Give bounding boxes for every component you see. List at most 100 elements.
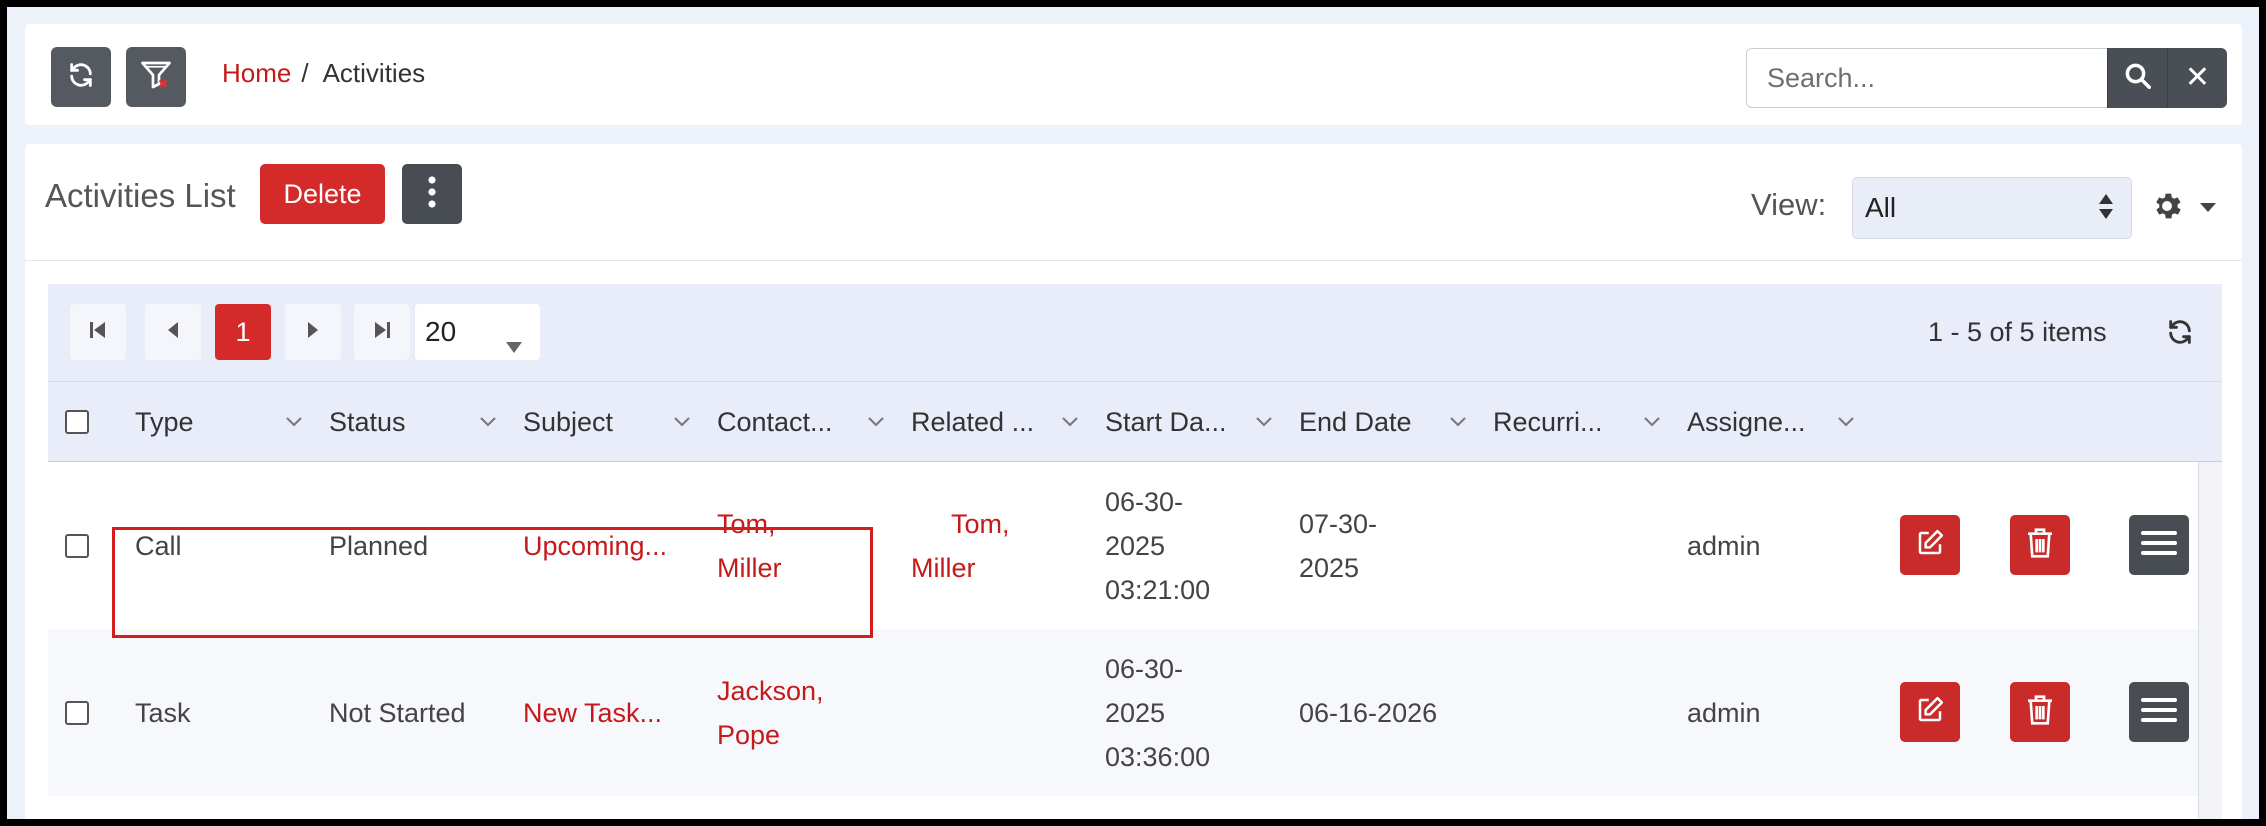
refresh-icon — [2166, 320, 2194, 350]
column-header-subject[interactable]: Subject — [523, 407, 613, 438]
pager-bar: 1 20 1 - 5 of 5 items — [48, 284, 2222, 381]
grid-header-row: Type Status Subject Contact... Related .… — [48, 381, 2222, 462]
last-page-icon — [373, 320, 391, 345]
card-header: Activities List Delete View: All — [25, 144, 2242, 261]
cell-assigned: admin — [1687, 698, 1761, 728]
cell-contact-link[interactable]: Jackson, Pope — [717, 669, 824, 757]
more-actions-button[interactable] — [402, 164, 462, 224]
cell-subject-link[interactable]: New Task... — [523, 691, 662, 735]
clear-filter-button[interactable] — [126, 47, 186, 107]
sort-arrows-icon — [2099, 194, 2113, 219]
column-header-start-date[interactable]: Start Da... — [1105, 407, 1227, 438]
refresh-icon — [67, 61, 95, 94]
page-size-select[interactable]: 20 — [415, 304, 540, 360]
end-date-line: 2025 — [1299, 553, 1360, 583]
edit-button[interactable] — [1900, 682, 1960, 742]
cell-subject-link[interactable]: Upcoming... — [523, 524, 667, 568]
hamburger-icon — [2141, 696, 2177, 729]
cell-type: Call — [135, 531, 182, 561]
table-row[interactable]: Task Not Started New Task... Jackson, Po… — [48, 629, 2198, 796]
start-date-line: 03:21:00 — [1105, 575, 1211, 605]
start-date-line: 2025 — [1105, 531, 1166, 561]
select-all-checkbox[interactable] — [65, 410, 89, 434]
contact-line: Miller — [717, 553, 782, 583]
breadcrumb: Home / Activities — [222, 58, 425, 89]
contact-line: Tom, — [717, 509, 776, 539]
edit-button[interactable] — [1900, 515, 1960, 575]
row-menu-button[interactable] — [2129, 682, 2189, 742]
view-label: View: — [1751, 187, 1827, 222]
column-header-recurring[interactable]: Recurri... — [1493, 407, 1603, 438]
hamburger-icon — [2141, 529, 2177, 562]
cell-assigned: admin — [1687, 531, 1761, 561]
close-icon: ✕ — [2184, 61, 2211, 94]
view-select[interactable]: All — [1852, 177, 2132, 239]
start-date-line: 06-30- — [1105, 487, 1184, 517]
first-page-icon — [89, 320, 107, 345]
delete-row-button[interactable] — [2010, 515, 2070, 575]
contact-line: Jackson, — [717, 676, 824, 706]
page-title: Activities List — [45, 177, 236, 214]
first-page-button[interactable] — [70, 304, 126, 360]
column-header-contact[interactable]: Contact... — [717, 407, 833, 438]
start-date-line: 03:36:00 — [1105, 742, 1211, 772]
cell-status: Not Started — [329, 698, 466, 728]
row-menu-button[interactable] — [2129, 515, 2189, 575]
refresh-button[interactable] — [51, 47, 111, 107]
column-header-assigned[interactable]: Assigne... — [1687, 407, 1806, 438]
chevron-down-icon — [2200, 200, 2216, 218]
column-header-type[interactable]: Type — [135, 407, 194, 438]
next-page-icon — [306, 320, 320, 345]
delete-row-button[interactable] — [2010, 682, 2070, 742]
breadcrumb-home-link[interactable]: Home — [222, 58, 291, 89]
clear-search-button[interactable]: ✕ — [2167, 48, 2227, 108]
breadcrumb-current: Activities — [322, 58, 426, 88]
column-header-status[interactable]: Status — [329, 407, 406, 438]
chevron-down-icon[interactable] — [674, 414, 690, 432]
related-line: Miller — [911, 553, 976, 583]
cell-contact-link[interactable]: Tom, Miller — [717, 502, 782, 590]
row-checkbox[interactable] — [65, 701, 89, 725]
chevron-down-icon[interactable] — [1256, 414, 1272, 432]
delete-button[interactable]: Delete — [260, 164, 385, 224]
prev-page-button[interactable] — [145, 304, 201, 360]
chevron-down-icon[interactable] — [868, 414, 884, 432]
cell-start-date: 06-30- 2025 03:21:00 — [1105, 480, 1210, 612]
items-count: 1 - 5 of 5 items — [1928, 317, 2107, 347]
grid-scrollbar[interactable] — [2198, 462, 2222, 819]
top-toolbar: Home / Activities ✕ — [25, 24, 2242, 125]
page-number-button[interactable]: 1 — [215, 304, 271, 360]
breadcrumb-separator: / — [301, 58, 309, 88]
search-icon — [2123, 61, 2153, 96]
app-frame: Home / Activities ✕ Activities List Dele… — [7, 7, 2259, 819]
cell-end-date: 06-16-2026 — [1299, 698, 1438, 728]
chevron-down-icon[interactable] — [286, 414, 302, 432]
chevron-down-icon[interactable] — [1644, 414, 1660, 432]
chevron-down-icon[interactable] — [480, 414, 496, 432]
chevron-down-icon[interactable] — [1838, 414, 1854, 432]
search-input[interactable] — [1746, 48, 2107, 108]
cell-status: Planned — [329, 531, 429, 561]
next-page-button[interactable] — [285, 304, 341, 360]
column-header-end-date[interactable]: End Date — [1299, 407, 1412, 438]
trash-icon — [2026, 527, 2054, 564]
edit-icon — [1915, 528, 1945, 563]
prev-page-icon — [166, 320, 180, 345]
row-checkbox[interactable] — [65, 534, 89, 558]
end-date-line: 07-30- — [1299, 509, 1378, 539]
chevron-down-icon[interactable] — [1450, 414, 1466, 432]
trash-icon — [2026, 694, 2054, 731]
column-header-related[interactable]: Related ... — [911, 407, 1034, 438]
grid-refresh-button[interactable] — [2166, 318, 2194, 351]
search-bar: ✕ — [1746, 48, 2227, 108]
table-row[interactable]: Call Planned Upcoming... Tom, Miller Tom… — [48, 462, 2198, 629]
search-button[interactable] — [2107, 48, 2167, 108]
last-page-button[interactable] — [354, 304, 410, 360]
cell-related-link[interactable]: Tom, Miller — [911, 502, 1010, 590]
cell-start-date: 06-30- 2025 03:36:00 — [1105, 647, 1210, 779]
contact-line: Pope — [717, 720, 781, 750]
chevron-down-icon[interactable] — [1062, 414, 1078, 432]
start-date-line: 06-30- — [1105, 654, 1184, 684]
cell-type: Task — [135, 698, 191, 728]
settings-dropdown[interactable] — [2150, 189, 2216, 228]
